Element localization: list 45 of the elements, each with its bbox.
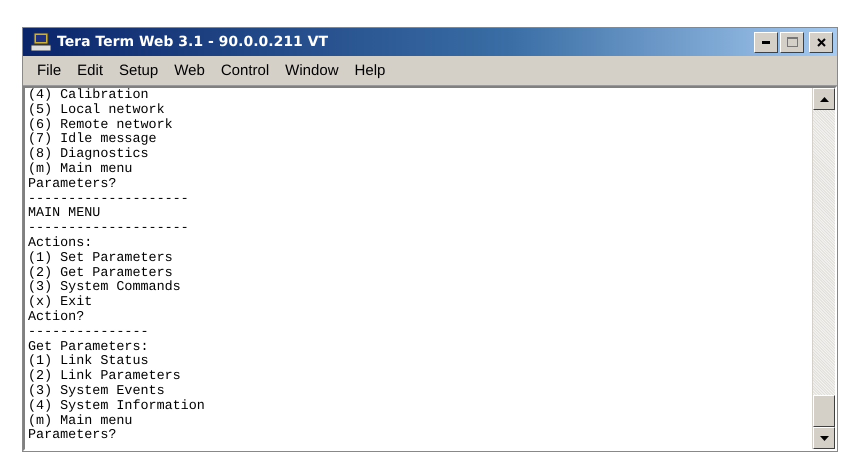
maximize-button[interactable]: [780, 32, 804, 52]
menu-item[interactable]: Help: [346, 62, 394, 79]
terminal-line: Get Parameters:: [28, 340, 149, 355]
computer-icon: [31, 33, 51, 51]
minimize-icon: [762, 40, 770, 44]
minimize-button[interactable]: [754, 32, 778, 52]
menu-item[interactable]: File: [29, 62, 70, 79]
menu-item[interactable]: Web: [166, 62, 213, 79]
terminal-line: --------------------: [28, 192, 189, 207]
scrollbar[interactable]: [812, 88, 835, 449]
menu-item[interactable]: Edit: [69, 62, 112, 79]
window-title: Tera Term Web 3.1 - 90.0.0.211 VT: [57, 34, 328, 50]
terminal-line: ---------------: [28, 326, 149, 341]
terminal-line: (7) Idle message: [28, 133, 157, 148]
scroll-thumb[interactable]: [813, 395, 835, 427]
terminal-line: (4) System Information: [28, 400, 205, 414]
down-arrow-icon: [820, 436, 828, 440]
terminal-line: (2) Link Parameters: [28, 370, 181, 384]
terminal-line: (3) System Events: [28, 384, 165, 399]
scroll-down-button[interactable]: [813, 427, 835, 449]
up-arrow-icon: [820, 96, 828, 102]
terminal-line: (m) Main menu: [28, 162, 132, 178]
terminal-line: (5) Local network: [28, 104, 165, 118]
terminal-line: (3) System Commands: [28, 281, 181, 296]
terminal-line: Parameters?: [28, 178, 116, 193]
terminal-line: --------------------: [28, 222, 189, 236]
terminal-line: Actions:: [28, 236, 92, 251]
terminal-line: (1) Set Parameters: [28, 252, 173, 266]
maximize-icon: [786, 37, 798, 47]
terminal-line: (2) Get Parameters: [28, 266, 173, 281]
terminal-line: (4) Calibration: [28, 89, 149, 103]
terminal-line: (x) Exit: [28, 296, 92, 310]
menu-item[interactable]: Setup: [111, 62, 166, 79]
terminal-line: (m) Main menu: [28, 414, 132, 429]
terminal-line: (8) Diagnostics: [28, 148, 149, 162]
terminal-line: (6) Remote network: [28, 118, 173, 133]
terminal-line: (1) Link Status: [28, 355, 149, 370]
menu-item[interactable]: Control: [212, 62, 278, 79]
terminal-line: MAIN MENU: [28, 207, 100, 222]
scroll-up-button[interactable]: [813, 88, 835, 110]
terminal-line: Parameters?: [28, 429, 116, 444]
terminal-line: Action?: [28, 310, 84, 326]
menu-item[interactable]: Window: [277, 62, 347, 79]
close-icon: [816, 38, 826, 46]
close-button[interactable]: [809, 32, 833, 52]
